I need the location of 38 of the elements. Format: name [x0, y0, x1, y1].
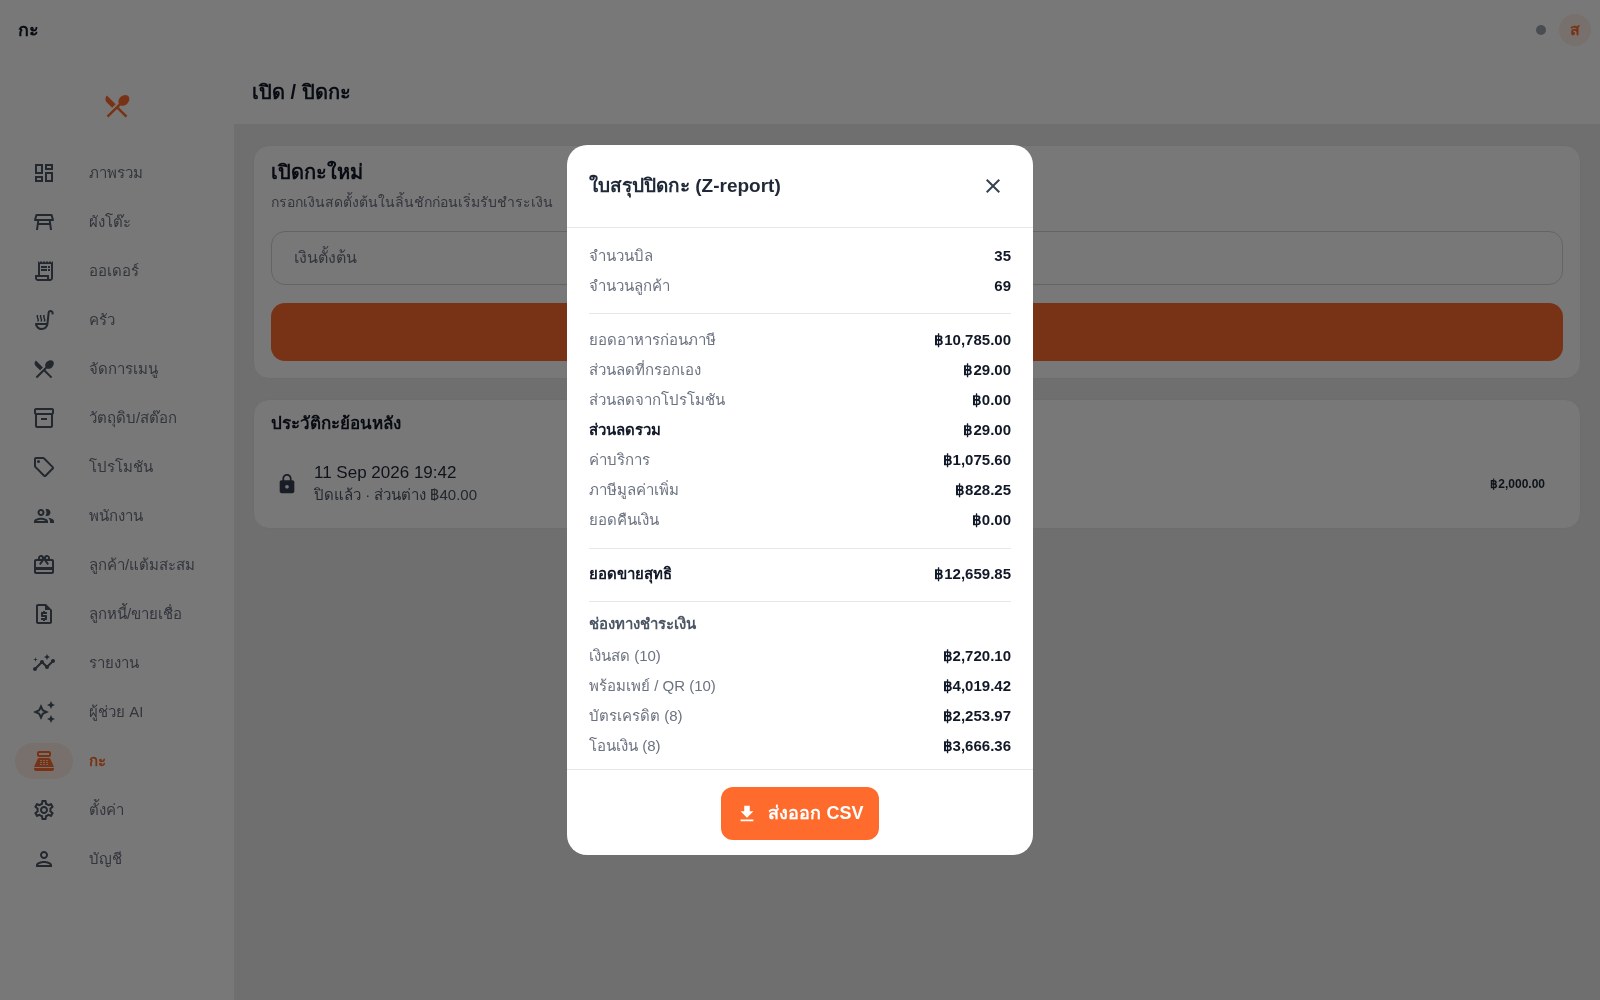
report-label: เงินสด (10)	[589, 646, 661, 666]
report-value: ฿828.25	[955, 480, 1011, 500]
card-subtitle: กรอกเงินสดตั้งต้นในลิ้นชักก่อนเริ่มรับชำระเงิน	[271, 193, 553, 211]
report-label: จำนวนบิล	[589, 246, 653, 266]
card-title: ประวัติกะย้อนหลัง	[271, 413, 401, 435]
report-label: พร้อมเพย์ / QR (10)	[589, 676, 716, 696]
app-title: กะ	[18, 19, 39, 42]
shift-summary: ปิดแล้ว · ส่วนต่าง ฿40.00	[314, 485, 478, 505]
report-value: ฿0.00	[971, 390, 1011, 410]
report-value: ฿29.00	[963, 420, 1011, 440]
report-value: ฿29.00	[963, 360, 1011, 380]
report-value: 69	[994, 276, 1011, 296]
report-label: ยอดอาหารก่อนภาษี	[589, 330, 716, 350]
report-value: ฿2,720.10	[942, 646, 1011, 666]
page-title: เปิด / ปิดกะ	[252, 80, 351, 105]
card-title: เปิดกะใหม่	[271, 160, 363, 184]
section-heading: ช่องทางชำระเงิน	[589, 614, 696, 634]
report-value: ฿12,659.85	[934, 564, 1011, 584]
shift-amount: ฿2,000.00	[1490, 476, 1545, 492]
report-label: ยอดขายสุทธิ	[589, 564, 672, 584]
report-label: ส่วนลดที่กรอกเอง	[589, 360, 701, 380]
report-value: ฿0.00	[971, 510, 1011, 530]
report-label: ส่วนลดจากโปรโมชัน	[589, 390, 725, 410]
report-label: ส่วนลดรวม	[589, 420, 661, 440]
report-value: ฿2,253.97	[942, 706, 1011, 726]
dialog-title: ใบสรุปปิดกะ (Z-report)	[589, 173, 781, 199]
report-value: ฿10,785.00	[934, 330, 1011, 350]
report-label: โอนเงิน (8)	[589, 736, 661, 756]
report-value: ฿4,019.42	[942, 676, 1011, 696]
report-label: ภาษีมูลค่าเพิ่ม	[589, 480, 679, 500]
report-value: 35	[994, 246, 1011, 266]
report-label: ค่าบริการ	[589, 450, 650, 470]
report-label: บัตรเครดิต (8)	[589, 706, 683, 726]
report-value: ฿3,666.36	[942, 736, 1011, 756]
report-label: จำนวนลูกค้า	[589, 276, 670, 296]
report-label: ยอดคืนเงิน	[589, 510, 659, 530]
report-value: ฿1,075.60	[942, 450, 1011, 470]
shift-date: 11 Sep 2026 19:42	[314, 462, 458, 484]
